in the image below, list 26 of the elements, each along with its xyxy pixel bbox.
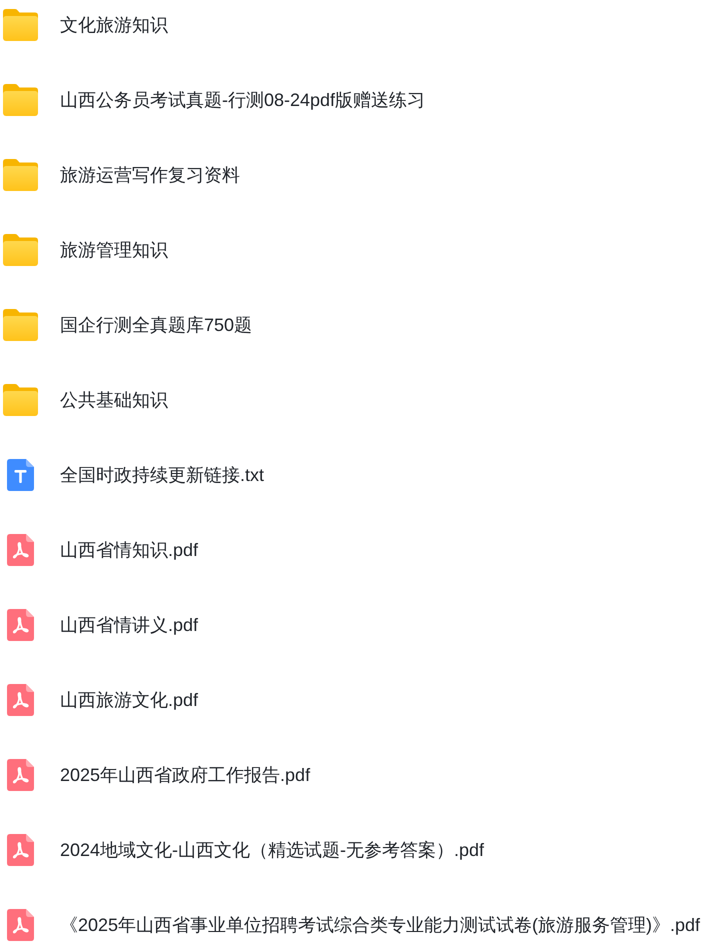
file-name[interactable]: 山西公务员考试真题-行测08-24pdf版赠送练习 <box>60 88 426 112</box>
pdf-file-icon <box>7 684 34 716</box>
file-name[interactable]: 2025年山西省政府工作报告.pdf <box>60 763 310 787</box>
folder-icon <box>3 159 38 191</box>
folder-icon <box>3 309 38 341</box>
folder-icon <box>3 9 38 41</box>
file-name[interactable]: 文化旅游知识 <box>60 13 168 37</box>
file-name[interactable]: 旅游管理知识 <box>60 238 168 262</box>
pdf-file-icon <box>7 909 34 941</box>
file-name[interactable]: 山西旅游文化.pdf <box>60 688 198 712</box>
pdf-file-icon <box>7 759 34 791</box>
file-name[interactable]: 国企行测全真题库750题 <box>60 313 252 337</box>
text-file-icon <box>7 459 34 491</box>
folder-icon <box>3 384 38 416</box>
folder-icon <box>3 84 38 116</box>
folder-icon <box>3 234 38 266</box>
pdf-file-icon <box>7 609 34 641</box>
file-name[interactable]: 《2025年山西省事业单位招聘考试综合类专业能力测试试卷(旅游服务管理)》.pdf <box>60 913 700 937</box>
file-name[interactable]: 全国时政持续更新链接.txt <box>60 463 264 487</box>
file-name[interactable]: 山西省情知识.pdf <box>60 538 198 562</box>
pdf-file-icon <box>7 834 34 866</box>
file-name[interactable]: 山西省情讲义.pdf <box>60 613 198 637</box>
file-name[interactable]: 公共基础知识 <box>60 388 168 412</box>
pdf-file-icon <box>7 534 34 566</box>
file-name[interactable]: 旅游运营写作复习资料 <box>60 163 240 187</box>
file-name[interactable]: 2024地域文化-山西文化（精选试题-无参考答案）.pdf <box>60 838 484 862</box>
